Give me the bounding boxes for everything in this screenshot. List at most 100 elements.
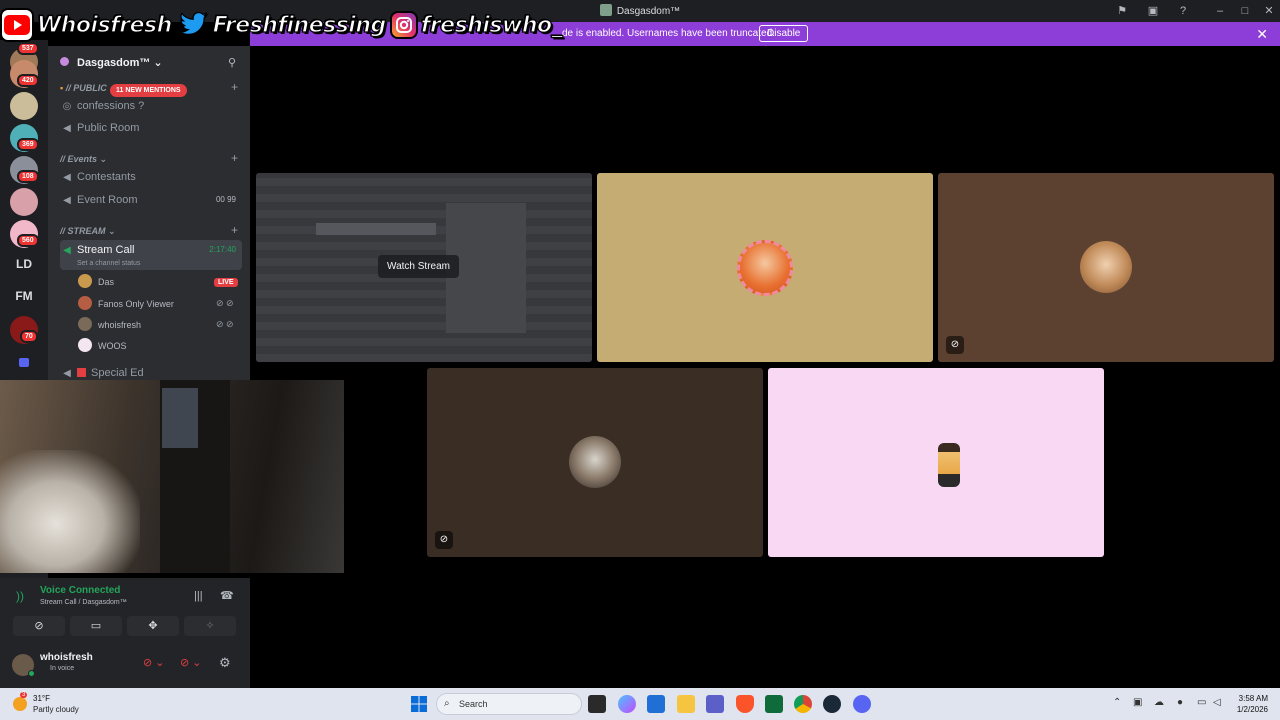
soundboard-icon: ✧ [205,620,215,632]
channel-stream-call[interactable]: ◀ Stream Call 2:17:40 Set a channel statu… [60,240,242,270]
channel-status[interactable]: Set a channel status [77,254,140,274]
category-events[interactable]: // Events ⌄ [60,154,107,165]
noise-suppression-icon[interactable]: ||| [194,590,203,602]
window-title: Dasgasdom™ [616,6,681,17]
channel-public-room[interactable]: ◀ Public Room [60,118,242,138]
category-public[interactable]: ▪ // PUBLIC [60,83,107,93]
chrome-icon[interactable] [794,695,812,713]
participant-tile[interactable] [768,368,1104,557]
add-channel-icon[interactable]: + [231,223,238,237]
server-icon-3[interactable] [10,92,38,120]
mic-muted-icon[interactable]: ⊘ ⌄ [143,656,165,669]
clock-time: 3:58 AM [1238,694,1268,703]
soundboard-button[interactable]: ✧ [184,616,236,636]
maximize-icon[interactable]: □ [1238,4,1252,18]
notice-message: de is enabled. Usernames have been trunc… [562,28,775,39]
brave-icon[interactable] [736,695,754,713]
folder-icon[interactable] [19,358,29,367]
activities-icon: ✥ [148,620,158,632]
channel-confessions[interactable]: ◎ confessions ? [60,96,242,116]
webcam-feed [0,380,344,573]
signal-icon[interactable]: )) [16,589,24,603]
instagram-icon [389,11,418,39]
windows-start-icon[interactable] [411,696,427,712]
temperature[interactable]: 31°F [33,694,50,703]
deafened-icon[interactable]: ⊘ ⌄ [180,656,202,669]
channel-contestants[interactable]: ◀ Contestants [60,167,242,187]
close-notice-icon[interactable]: ✕ [1256,26,1268,43]
weather-icon[interactable] [13,697,27,711]
category-stream[interactable]: // STREAM ⌄ [60,226,116,237]
voice-user[interactable]: Das [78,274,114,290]
inbox-icon[interactable]: ▣ [1146,4,1160,18]
avatar [78,274,92,288]
add-channel-icon[interactable]: + [231,80,238,94]
voice-connected-status[interactable]: Voice Connected [40,585,120,596]
stream-tile[interactable]: Watch Stream [256,173,592,362]
channel-event-room[interactable]: ◀ Event Room 00 99 [60,190,242,210]
user-limit-count: 00 99 [215,195,236,204]
youtube-icon [0,8,34,42]
tray-cloud-icon[interactable]: ☁ [1154,697,1164,708]
camera-toggle-button[interactable]: ⊘ [13,616,65,636]
weather-condition[interactable]: Partly cloudy [33,705,79,714]
show-hidden-icons[interactable]: ⌃ [1113,697,1121,708]
tray-app-icon[interactable]: ▣ [1133,697,1142,708]
webcam-detail [0,450,140,573]
clock-date: 1/2/2026 [1236,705,1268,714]
current-username[interactable]: whoisfresh [40,652,93,663]
invite-people-icon[interactable]: ⚲ [228,56,236,69]
participant-tile[interactable]: ⊘ [427,368,763,557]
add-channel-icon[interactable]: + [231,151,238,165]
disconnect-icon[interactable]: ☎ [220,589,234,602]
voice-channel-path[interactable]: Stream Call / Dasgasdom™ [40,599,127,606]
voice-user-name: Das [98,277,115,287]
server-name-header[interactable]: Dasgasdom™ ⌄ [77,56,163,69]
discord-icon[interactable] [853,695,871,713]
minimize-icon[interactable]: – [1213,4,1227,18]
steam-icon[interactable] [823,695,841,713]
microphone-icon[interactable]: ● [1177,697,1183,708]
category-public-label: // PUBLIC [65,83,107,93]
volume-icon[interactable]: ◁ [1213,697,1221,708]
server-badge: 70 [20,330,38,343]
server-fm[interactable]: FM [10,289,38,303]
system-clock[interactable]: 3:58 AM 1/2/2026 [1237,693,1268,715]
voice-user[interactable]: Fanos Only Viewer [78,296,174,312]
inbox-flag-icon[interactable]: ⚑ [1115,4,1129,18]
task-view-icon[interactable] [588,695,606,713]
channel-label: Event Room [77,194,138,206]
call-timer: 2:17:40 [209,245,236,254]
watch-stream-button[interactable]: Watch Stream [378,255,459,278]
server-badge: 420 [17,74,39,87]
avatar [78,296,92,310]
category-stream-label: // STREAM [60,226,106,236]
taskbar-search[interactable]: ⌕ Search [436,693,582,715]
teams-icon[interactable] [706,695,724,713]
disable-button[interactable]: Disable [759,25,809,42]
lock-icon: ▪ [60,83,64,93]
category-events-label: // Events [60,154,98,164]
close-window-icon[interactable]: ✕ [1262,4,1276,18]
activities-button[interactable]: ✥ [127,616,179,636]
screen-share-button[interactable]: ▭ [70,616,122,636]
settings-gear-icon[interactable]: ⚙ [219,655,231,671]
participant-tile[interactable]: ⊘ [938,173,1274,362]
help-icon[interactable]: ? [1176,4,1190,18]
server-icon-6[interactable] [10,188,38,216]
voice-user-name: Fanos Only Viewer [98,299,174,309]
store-icon[interactable] [647,695,665,713]
twitter-handle: Freshfinessing [176,8,387,42]
participant-tile[interactable] [597,173,933,362]
server-ld[interactable]: LD [10,257,38,271]
voice-user[interactable]: WOOS [78,338,127,354]
network-icon[interactable]: ▭ [1197,697,1206,708]
voice-user[interactable]: whoisfresh [78,317,141,333]
webcam-detail [162,388,198,448]
copilot-icon[interactable] [618,695,636,713]
server-badge: 108 [17,170,39,183]
camera-off-icon: ⊘ [435,531,453,549]
server-name: Dasgasdom™ [77,57,151,69]
app-icon[interactable] [765,695,783,713]
file-explorer-icon[interactable] [677,695,695,713]
